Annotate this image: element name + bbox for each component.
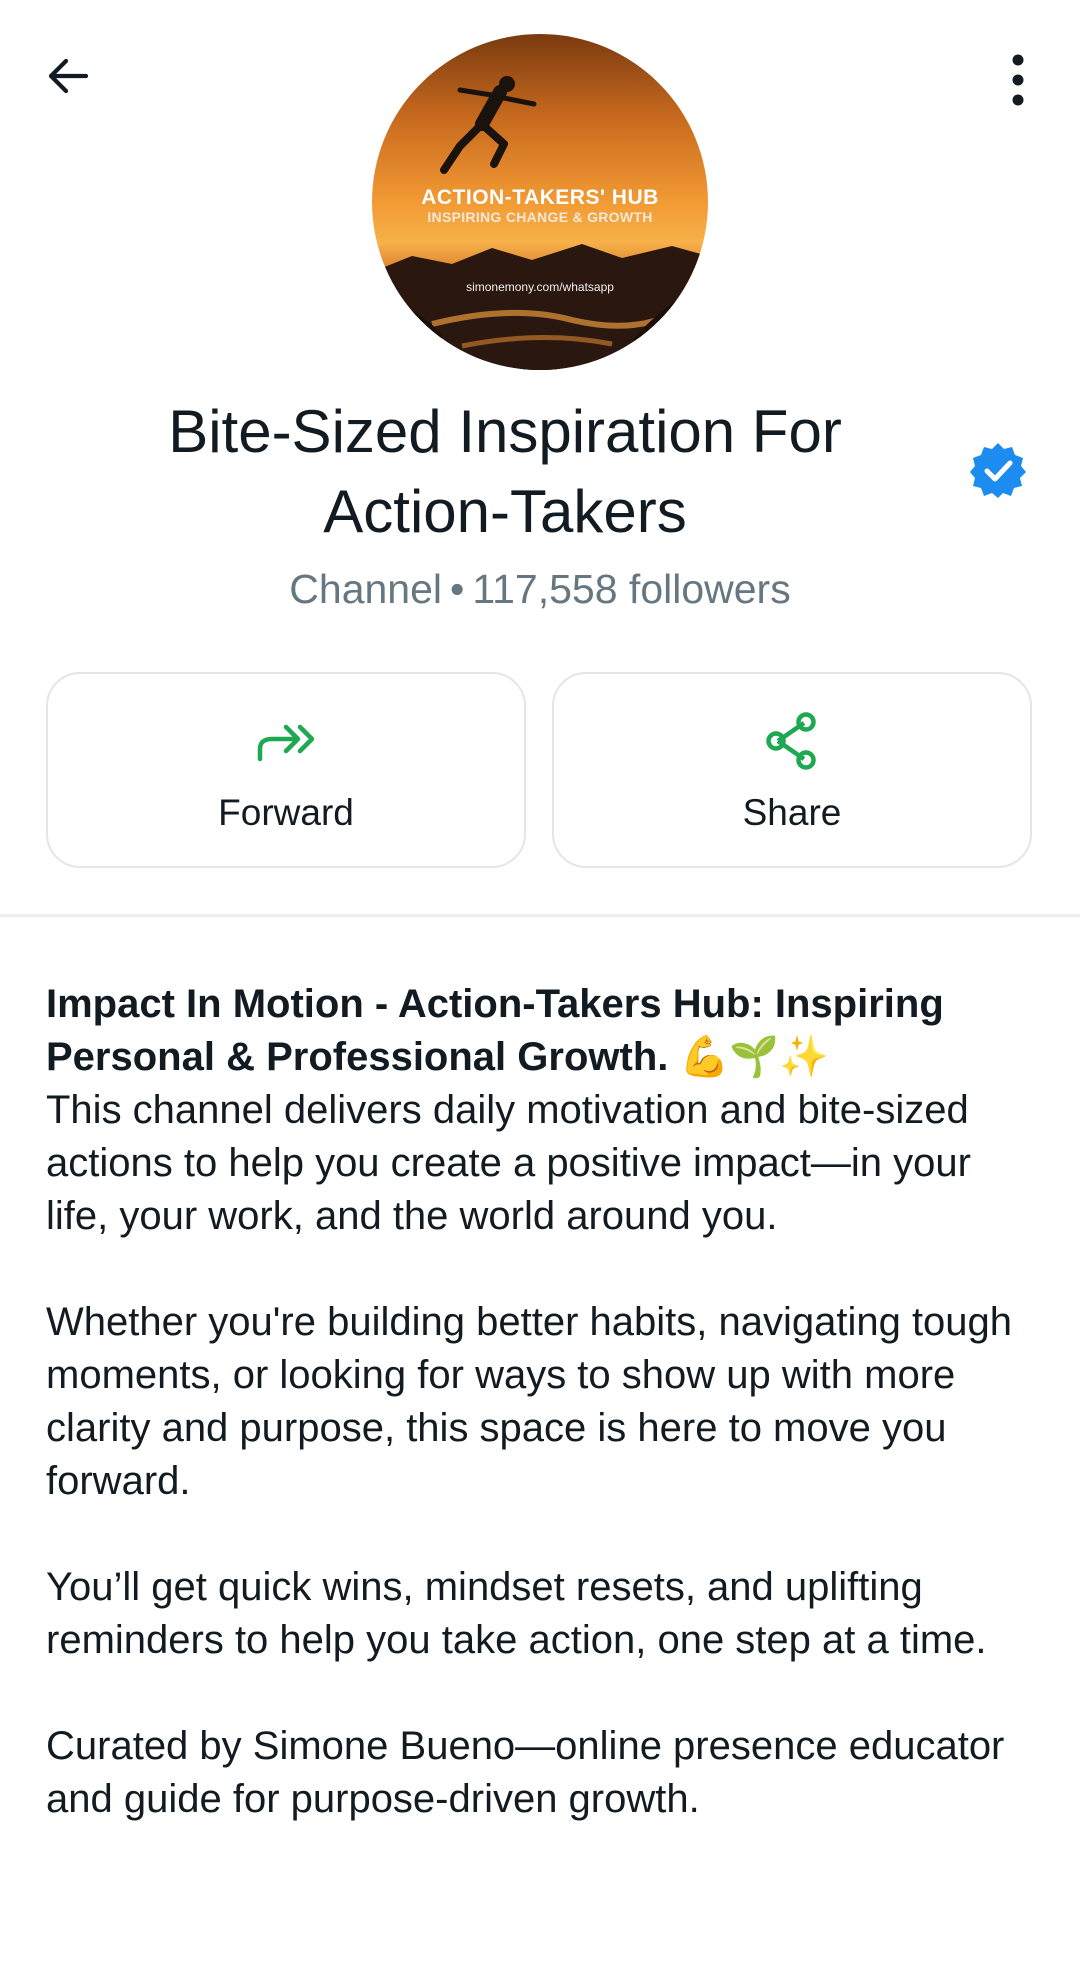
forward-icon (257, 724, 315, 762)
channel-title: Bite-Sized Inspiration For Action-Takers (168, 398, 842, 545)
followers-count: 117,558 followers (472, 566, 791, 612)
avatar-title: ACTION-TAKERS' HUB (421, 186, 659, 209)
back-button[interactable] (36, 44, 100, 108)
share-label: Share (742, 792, 842, 833)
meta-separator: • (450, 566, 465, 612)
channel-type: Channel (289, 566, 443, 612)
verified-badge-icon (970, 443, 1026, 498)
description-paragraph-2: Whether you're building better habits, n… (46, 1300, 1013, 1503)
avatar-url: simonemony.com/whatsapp (466, 280, 614, 294)
section-divider (0, 914, 1080, 917)
share-button[interactable]: Share (552, 672, 1032, 868)
channel-meta: Channel • 117,558 followers (0, 566, 1080, 613)
description-headline-line: Impact In Motion - Action-Takers Hub: In… (46, 978, 1036, 1084)
avatar-subtitle: INSPIRING CHANGE & GROWTH (427, 209, 653, 225)
channel-description: Impact In Motion - Action-Takers Hub: In… (46, 978, 1036, 1826)
arrow-left-icon (48, 58, 89, 94)
forward-button[interactable]: Forward (46, 672, 526, 868)
headline-emoji: 💪🌱✨ (679, 1034, 829, 1080)
more-options-button[interactable] (986, 44, 1050, 116)
description-paragraph-3: You’ll get quick wins, mindset resets, a… (46, 1565, 987, 1662)
description-paragraph-4: Curated by Simone Bueno—online presence … (46, 1724, 1005, 1821)
more-vert-icon (1012, 54, 1024, 106)
channel-avatar[interactable]: ACTION-TAKERS' HUB INSPIRING CHANGE & GR… (372, 34, 708, 370)
share-icon (766, 712, 816, 770)
forward-label: Forward (218, 792, 354, 833)
description-paragraph-1: This channel delivers daily motivation a… (46, 1088, 971, 1238)
